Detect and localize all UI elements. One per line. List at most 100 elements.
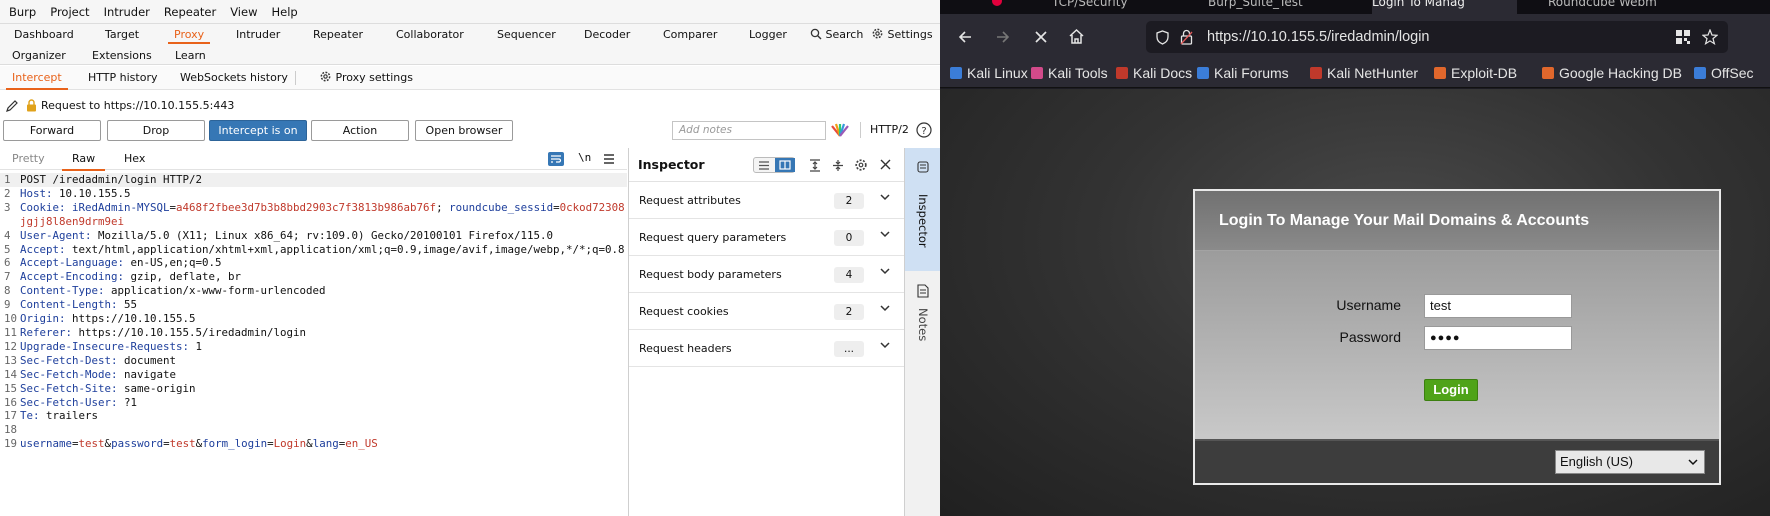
tab-extensions[interactable]: Extensions [92,45,152,66]
help-icon[interactable]: ? [916,122,932,138]
bookmark-item[interactable]: Kali NetHunter [1310,60,1418,86]
firefox-view-icon[interactable] [992,0,1002,6]
request-line[interactable]: 17 Te: trailers [0,409,627,423]
request-line[interactable]: 8 Content-Type: application/x-www-form-ur… [0,284,627,298]
menu-project[interactable]: Project [43,0,96,24]
request-line[interactable]: 2 Host: 10.10.155.5 [0,187,627,201]
tab-raw[interactable]: Raw [61,148,106,171]
request-line[interactable]: 10 Origin: https://10.10.155.5 [0,312,627,326]
layout-toggle[interactable] [753,157,795,173]
request-line[interactable]: 6 Accept-Language: en-US,en;q=0.5 [0,256,627,270]
subtab-websockets-history[interactable]: WebSockets history [180,66,288,90]
highlight-color-icon[interactable] [831,123,849,137]
tab-repeater[interactable]: Repeater [313,24,363,45]
subtab-intercept[interactable]: Intercept [6,66,68,90]
http-version[interactable]: HTTP/2 [870,123,909,136]
request-line[interactable]: 3 Cookie: iRedAdmin-MYSQL=a468f2fbee3d7b3… [0,201,627,229]
search-button[interactable]: Search [810,24,863,45]
menu-intruder[interactable]: Intruder [97,0,157,24]
chevron-down-icon[interactable] [879,339,891,351]
bookmark-item[interactable]: Kali Tools [1031,60,1108,86]
url-bar[interactable]: https://10.10.155.5/iredadmin/login [1146,21,1728,53]
lock-icon[interactable] [1180,29,1193,45]
request-line[interactable]: 19 username=test&password=test&form_login… [0,437,627,451]
tab-proxy[interactable]: Proxy [167,24,211,45]
request-line[interactable]: 4 User-Agent: Mozilla/5.0 (X11; Linux x86… [0,229,627,243]
bookmark-item[interactable]: Google Hacking DB [1542,60,1682,86]
inspector-section[interactable]: Request attributes 2 [629,182,904,219]
browser-tab-2[interactable]: Burp_Suite_Test [1208,0,1358,14]
gear-icon[interactable] [854,158,868,172]
menu-burp[interactable]: Burp [2,0,43,24]
tab-collaborator[interactable]: Collaborator [396,24,464,45]
menu-repeater[interactable]: Repeater [157,0,223,24]
tab-target[interactable]: Target [105,24,139,45]
request-line[interactable]: 18 [0,423,627,437]
url-text[interactable]: https://10.10.155.5/iredadmin/login [1207,21,1429,53]
tab-intruder[interactable]: Intruder [236,24,280,45]
newline-toggle[interactable]: \n [578,151,591,164]
language-select[interactable]: English (US) [1555,450,1705,474]
proxy-settings-button[interactable]: Proxy settings [319,66,413,90]
settings-button[interactable]: Settings [871,24,933,45]
browser-tab-1[interactable]: TCP/Security [1052,0,1197,14]
stop-loading-icon[interactable] [1034,30,1048,44]
tab-dashboard[interactable]: Dashboard [14,24,74,45]
tab-organizer[interactable]: Organizer [12,45,66,66]
open-browser-button[interactable]: Open browser [415,120,513,141]
request-line[interactable]: 12 Upgrade-Insecure-Requests: 1 [0,340,627,354]
subtab-http-history[interactable]: HTTP history [88,66,157,90]
browser-tab-4[interactable]: Roundcube Webm [1548,0,1718,14]
menu-view[interactable]: View [223,0,264,24]
side-tab-notes[interactable]: Notes [905,278,940,368]
qr-code-icon[interactable] [1676,30,1690,44]
request-line[interactable]: 16 Sec-Fetch-User: ?1 [0,396,627,410]
side-tab-inspector[interactable]: Inspector [905,148,940,271]
request-line[interactable]: 15 Sec-Fetch-Site: same-origin [0,382,627,396]
bookmark-star-icon[interactable] [1702,29,1718,45]
split-layout-icon[interactable] [775,158,795,172]
drop-button[interactable]: Drop [107,120,205,141]
chevron-down-icon[interactable] [879,302,891,314]
request-line[interactable]: 9 Content-Length: 55 [0,298,627,312]
menu-help[interactable]: Help [264,0,304,24]
inspector-section[interactable]: Request headers... [629,330,904,367]
chevron-down-icon[interactable] [879,265,891,277]
shield-icon[interactable] [1156,30,1169,45]
action-button[interactable]: Action [311,120,409,141]
wrap-lines-icon[interactable] [548,152,564,166]
inspector-section[interactable]: Request query parameters 0 [629,219,904,256]
bookmark-item[interactable]: Kali Linux [950,60,1028,86]
forward-button[interactable]: Forward [3,120,101,141]
expand-all-icon[interactable] [809,159,821,172]
intercept-toggle-button[interactable]: Intercept is on [209,120,307,141]
chevron-down-icon[interactable] [879,191,891,203]
request-line[interactable]: 13 Sec-Fetch-Dest: document [0,354,627,368]
username-input[interactable]: test [1424,294,1572,318]
request-editor[interactable]: 1 POST /iredadmin/login HTTP/2 2 Host: 10.1… [0,173,627,516]
request-line[interactable]: 7 Accept-Encoding: gzip, deflate, br [0,270,627,284]
pencil-icon[interactable] [5,99,19,113]
request-line[interactable]: 14 Sec-Fetch-Mode: navigate [0,368,627,382]
request-line[interactable]: 11 Referer: https://10.10.155.5/iredadmin… [0,326,627,340]
menu-icon[interactable] [604,154,614,164]
password-input[interactable]: ●●●● [1424,326,1572,350]
login-button[interactable]: Login [1424,379,1478,401]
request-line[interactable]: 5 Accept: text/html,application/xhtml+xml… [0,243,627,257]
collapse-all-icon[interactable] [832,159,844,172]
tab-decoder[interactable]: Decoder [584,24,630,45]
browser-tab-active[interactable]: Login To Manag [1372,0,1517,14]
inspector-section[interactable]: Request cookies 2 [629,293,904,330]
tab-learn[interactable]: Learn [175,45,206,66]
notes-input[interactable]: Add notes [672,121,826,140]
home-icon[interactable] [1068,28,1085,45]
bookmark-item[interactable]: Exploit-DB [1434,60,1517,86]
bookmark-item[interactable]: OffSec [1694,60,1754,86]
tab-pretty[interactable]: Pretty [12,148,45,170]
bookmark-item[interactable]: Kali Forums [1197,60,1289,86]
request-line[interactable]: 1 POST /iredadmin/login HTTP/2 [0,173,627,187]
back-icon[interactable] [957,29,973,45]
tab-hex[interactable]: Hex [124,148,145,170]
list-layout-icon[interactable] [758,161,770,170]
tab-comparer[interactable]: Comparer [663,24,717,45]
